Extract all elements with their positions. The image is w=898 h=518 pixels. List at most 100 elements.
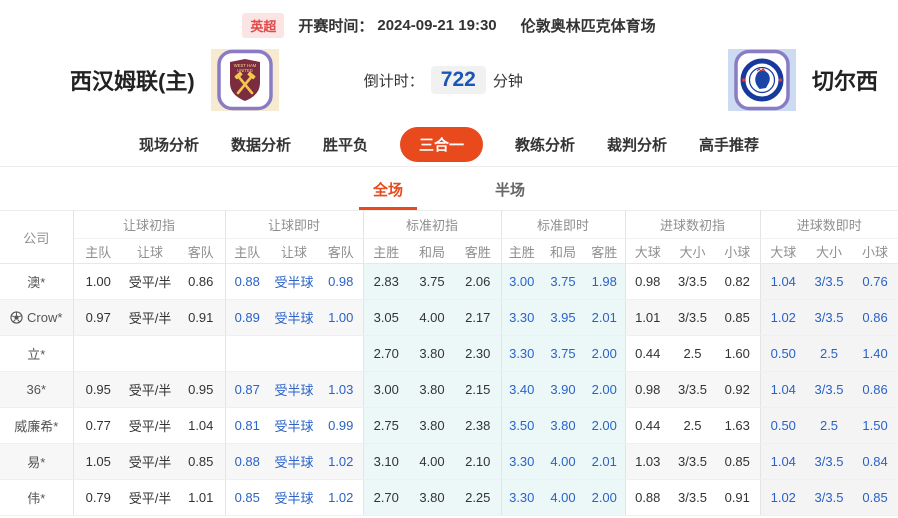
group-header-standard-initial: 标准初指 bbox=[363, 211, 501, 239]
odds-cell: 1.03 bbox=[319, 372, 363, 408]
group-header-handicap-initial: 让球初指 bbox=[73, 211, 225, 239]
col-header: 和局 bbox=[542, 239, 584, 264]
col-header: 大小 bbox=[806, 239, 852, 264]
odds-cell: 0.82 bbox=[715, 264, 760, 300]
odds-cell: 0.81 bbox=[225, 408, 269, 444]
odds-cell: 3.30 bbox=[501, 480, 542, 516]
football-icon bbox=[10, 311, 23, 324]
company-cell[interactable]: 伟* bbox=[0, 480, 73, 516]
odds-cell: 1.63 bbox=[715, 408, 760, 444]
odds-cell bbox=[269, 336, 319, 372]
odds-cell: 0.88 bbox=[625, 480, 670, 516]
odds-cell: 0.88 bbox=[225, 444, 269, 480]
company-name: 威廉希* bbox=[14, 419, 58, 434]
company-cell[interactable]: 易* bbox=[0, 444, 73, 480]
company-cell[interactable]: 威廉希* bbox=[0, 408, 73, 444]
odds-cell: 0.85 bbox=[715, 300, 760, 336]
odds-cell: 0.44 bbox=[625, 408, 670, 444]
west-ham-badge-icon: WEST HAM UNITED bbox=[211, 49, 279, 111]
company-cell[interactable]: Crow* bbox=[0, 300, 73, 336]
col-header: 让球 bbox=[123, 239, 177, 264]
company-name: 澳* bbox=[27, 275, 45, 290]
odds-cell: 1.50 bbox=[852, 408, 898, 444]
tab-data-analysis[interactable]: 数据分析 bbox=[231, 134, 291, 155]
odds-cell: 0.98 bbox=[625, 372, 670, 408]
odds-cell: 受半球 bbox=[269, 480, 319, 516]
odds-cell: 2.25 bbox=[455, 480, 501, 516]
odds-cell: 0.89 bbox=[225, 300, 269, 336]
odds-cell: 0.95 bbox=[73, 372, 123, 408]
odds-cell: 0.91 bbox=[177, 300, 225, 336]
odds-table-body: 澳*1.00受平/半0.860.88受半球0.982.833.752.063.0… bbox=[0, 264, 898, 516]
tab-referee-analysis[interactable]: 裁判分析 bbox=[607, 134, 667, 155]
col-header: 小球 bbox=[715, 239, 760, 264]
odds-cell: 3.80 bbox=[542, 408, 584, 444]
col-header: 主队 bbox=[225, 239, 269, 264]
odds-cell: 2.15 bbox=[455, 372, 501, 408]
odds-cell: 3.50 bbox=[501, 408, 542, 444]
odds-cell: 2.17 bbox=[455, 300, 501, 336]
group-header-goals-initial: 进球数初指 bbox=[625, 211, 760, 239]
company-cell[interactable]: 36* bbox=[0, 372, 73, 408]
subtab-full-match[interactable]: 全场 bbox=[359, 179, 417, 210]
odds-cell: 3/3.5 bbox=[670, 300, 715, 336]
col-header: 小球 bbox=[852, 239, 898, 264]
odds-cell: 2.83 bbox=[363, 264, 409, 300]
odds-cell: 1.98 bbox=[584, 264, 625, 300]
table-group-header-row: 公司 让球初指 让球即时 标准初指 标准即时 进球数初指 进球数即时 bbox=[0, 211, 898, 239]
subtab-half-match[interactable]: 半场 bbox=[481, 179, 539, 210]
tab-live-analysis[interactable]: 现场分析 bbox=[139, 134, 199, 155]
match-header: 西汉姆联(主) WEST HAM UNITED 倒计时： 722 分钟 bbox=[0, 38, 898, 122]
odds-row: Crow*0.97受平/半0.910.89受半球1.003.054.002.17… bbox=[0, 300, 898, 336]
company-cell[interactable]: 澳* bbox=[0, 264, 73, 300]
odds-cell: 2.30 bbox=[455, 336, 501, 372]
odds-cell: 0.44 bbox=[625, 336, 670, 372]
company-cell[interactable]: 立* bbox=[0, 336, 73, 372]
odds-cell: 2.70 bbox=[363, 480, 409, 516]
tab-three-in-one[interactable]: 三合一 bbox=[400, 127, 483, 162]
odds-cell: 0.50 bbox=[760, 408, 806, 444]
col-header: 客队 bbox=[177, 239, 225, 264]
company-name: 易* bbox=[27, 455, 45, 470]
odds-cell: 0.85 bbox=[715, 444, 760, 480]
col-header: 和局 bbox=[409, 239, 455, 264]
odds-cell: 3.80 bbox=[409, 408, 455, 444]
tab-expert-picks[interactable]: 高手推荐 bbox=[699, 134, 759, 155]
odds-cell: 1.04 bbox=[760, 444, 806, 480]
odds-row: 威廉希*0.77受平/半1.040.81受半球0.992.753.802.383… bbox=[0, 408, 898, 444]
home-team-name: 西汉姆联(主) bbox=[70, 64, 195, 96]
col-header: 让球 bbox=[269, 239, 319, 264]
odds-cell: 3.30 bbox=[501, 444, 542, 480]
odds-cell: 3.75 bbox=[542, 336, 584, 372]
odds-cell bbox=[177, 336, 225, 372]
odds-cell: 2.70 bbox=[363, 336, 409, 372]
tab-coach-analysis[interactable]: 教练分析 bbox=[515, 134, 575, 155]
odds-cell: 0.76 bbox=[852, 264, 898, 300]
away-team-name: 切尔西 bbox=[812, 64, 878, 96]
odds-cell: 3.75 bbox=[409, 264, 455, 300]
col-header: 主队 bbox=[73, 239, 123, 264]
odds-cell: 3.80 bbox=[409, 372, 455, 408]
odds-cell: 3/3.5 bbox=[806, 264, 852, 300]
tab-win-draw-lose[interactable]: 胜平负 bbox=[323, 134, 368, 155]
odds-cell: 1.03 bbox=[625, 444, 670, 480]
odds-cell: 1.05 bbox=[73, 444, 123, 480]
odds-cell: 3/3.5 bbox=[670, 444, 715, 480]
col-header: 主胜 bbox=[363, 239, 409, 264]
chelsea-badge-icon bbox=[728, 49, 796, 111]
company-name: Crow* bbox=[27, 310, 62, 325]
odds-cell: 0.86 bbox=[852, 372, 898, 408]
odds-cell: 3/3.5 bbox=[670, 372, 715, 408]
odds-cell: 受平/半 bbox=[123, 480, 177, 516]
odds-cell: 0.86 bbox=[852, 300, 898, 336]
table-sub-header-row: 主队 让球 客队 主队 让球 客队 主胜 和局 客胜 主胜 和局 客胜 大球 大… bbox=[0, 239, 898, 264]
odds-row: 立*2.703.802.303.303.752.000.442.51.600.5… bbox=[0, 336, 898, 372]
match-info-bar: 英超 开赛时间： 2024-09-21 19:30 伦敦奥林匹克体育场 bbox=[0, 0, 898, 38]
odds-cell: 1.02 bbox=[319, 444, 363, 480]
odds-cell: 3.00 bbox=[363, 372, 409, 408]
company-name: 立* bbox=[27, 347, 45, 362]
league-badge: 英超 bbox=[242, 13, 284, 38]
odds-cell: 3.80 bbox=[409, 480, 455, 516]
odds-cell: 0.87 bbox=[225, 372, 269, 408]
odds-cell: 受平/半 bbox=[123, 372, 177, 408]
